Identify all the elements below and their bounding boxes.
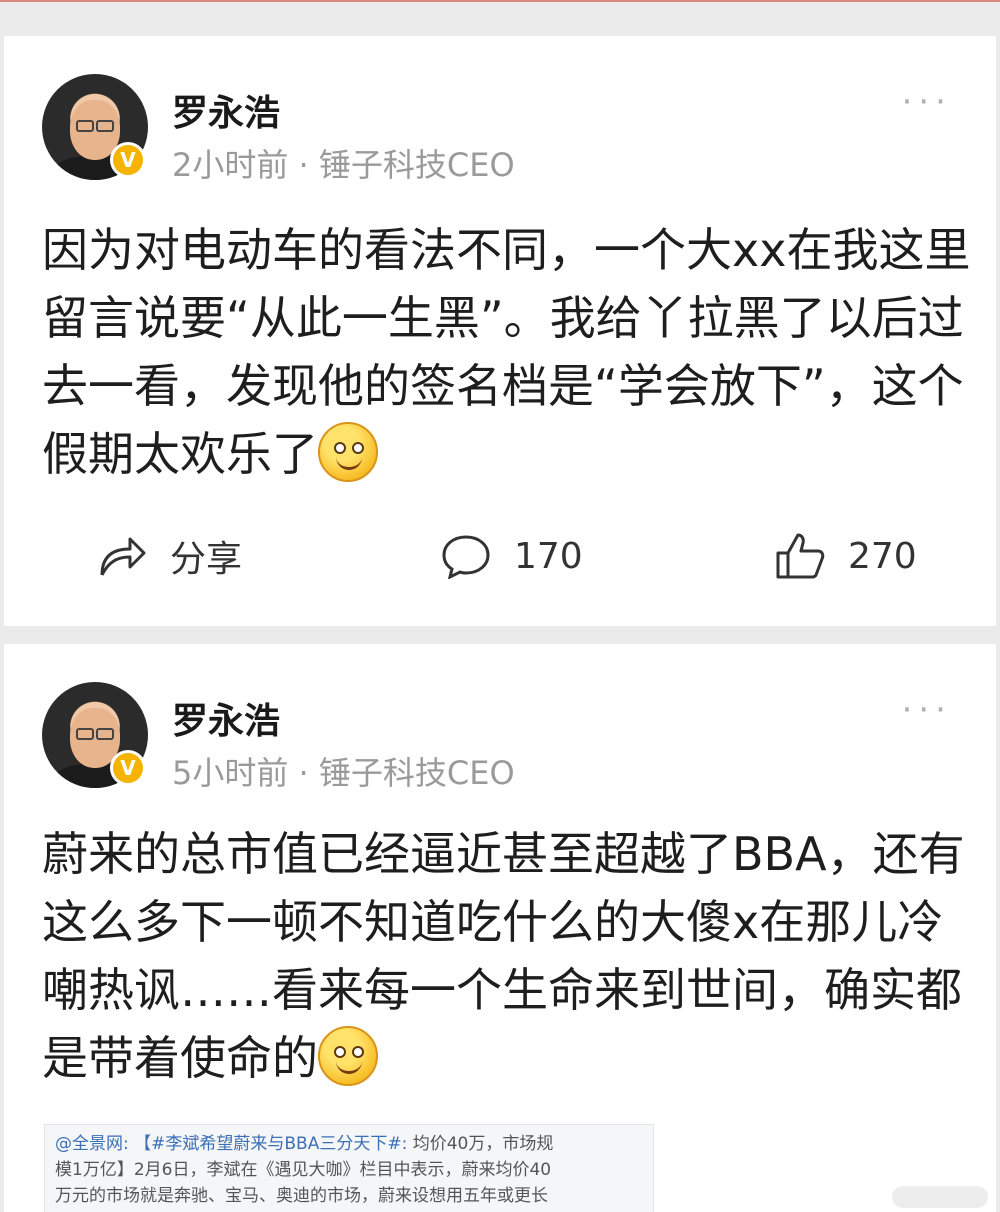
more-dots-icon[interactable]: ··· [902,693,952,727]
author-name[interactable]: 罗永浩 [172,84,280,136]
top-border [0,0,1000,2]
comment-count: 170 [514,535,583,577]
post-text-body: 因为对电动车的看法不同，一个大xx在我这里留言说要“从此一生黑”。我给丫拉黑了以… [42,223,971,481]
grin-emoji-icon [318,422,378,482]
quote-topic-link[interactable]: 【#李斌希望蔚来与BBA三分天下#: [134,1134,407,1154]
post-card: V 罗永浩 2小时前 · 锤子科技CEO ··· 因为对电动车的看法不同，一个大… [4,36,996,626]
quote-line: 模1万亿】2月6日，李斌在《遇见大咖》栏目中表示，蔚来均价40 [55,1160,552,1180]
share-label: 分享 [170,539,243,580]
quote-text: 均价40万，市场规 [412,1134,554,1154]
quote-line: 万元的市场就是奔驰、宝马、奥迪的市场，蔚来设想用五年或更长 [55,1186,548,1206]
thumbs-up-icon [776,533,825,579]
post-meta: 5小时前 · 锤子科技CEO [172,754,515,792]
share-button[interactable]: 分享 [96,516,242,596]
quote-line: @全景网: 【#李斌希望蔚来与BBA三分天下#: 均价40万，市场规 [55,1131,643,1157]
post-text: 因为对电动车的看法不同，一个大xx在我这里留言说要“从此一生黑”。我给丫拉黑了以… [42,216,972,488]
author-name[interactable]: 罗永浩 [172,692,280,744]
like-count: 270 [848,535,917,577]
watermark [892,1186,988,1208]
post-meta: 2小时前 · 锤子科技CEO [172,146,515,184]
quoted-repost[interactable]: @全景网: 【#李斌希望蔚来与BBA三分天下#: 均价40万，市场规 模1万亿】… [44,1124,654,1212]
verified-badge-icon: V [110,142,146,178]
more-dots-icon[interactable]: ··· [902,85,952,119]
comment-bubble-icon [442,535,490,579]
like-button[interactable]: 270 [774,516,917,596]
post-card: V 罗永浩 5小时前 · 锤子科技CEO ··· 蔚来的总市值已经逼近甚至超越了… [4,644,996,1212]
post-text-body: 蔚来的总市值已经逼近甚至超越了BBA，还有这么多下一顿不知道吃什么的大傻x在那儿… [42,827,965,1085]
quote-user-link[interactable]: @全景网: [55,1134,129,1154]
action-bar: 分享 170 270 [4,516,996,596]
post-text: 蔚来的总市值已经逼近甚至超越了BBA，还有这么多下一顿不知道吃什么的大傻x在那儿… [42,820,972,1092]
smile-emoji-icon [318,1026,378,1086]
share-arrow-icon [100,537,146,576]
verified-badge-icon: V [110,750,146,786]
comment-button[interactable]: 170 [440,516,583,596]
